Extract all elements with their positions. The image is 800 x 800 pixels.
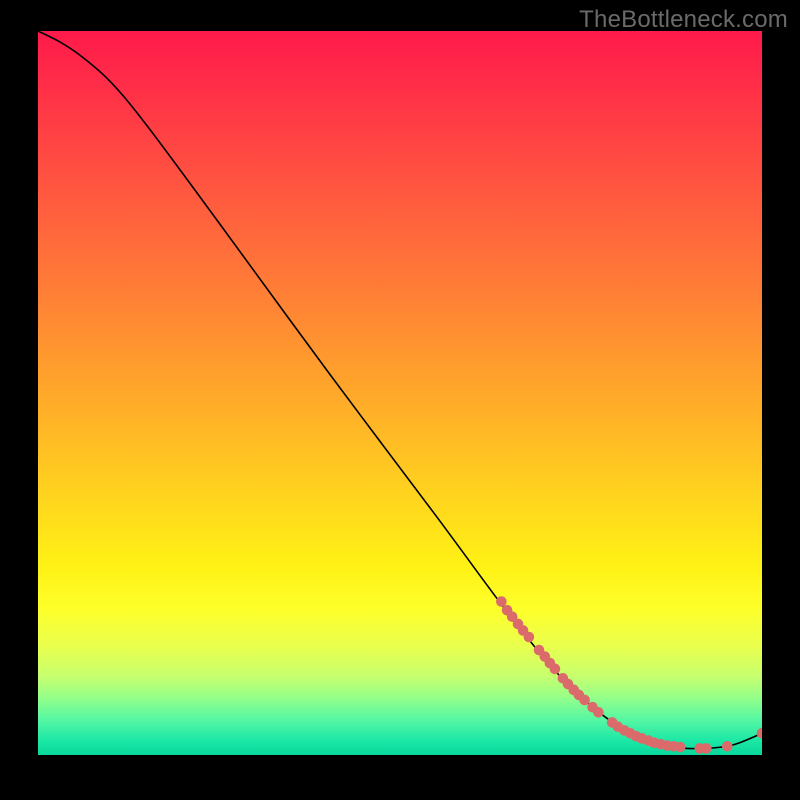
attribution-text: TheBottleneck.com <box>579 6 788 34</box>
highlight-dot <box>550 664 561 675</box>
chart-overlay-svg <box>38 31 762 755</box>
highlight-dot <box>757 728 762 739</box>
highlight-dot <box>496 596 507 607</box>
highlight-dots-group <box>496 596 762 754</box>
highlight-dot <box>722 741 733 752</box>
bottleneck-curve <box>38 31 762 749</box>
highlight-dot <box>701 743 712 754</box>
plot-area <box>38 31 762 755</box>
highlight-dot <box>593 707 604 718</box>
highlight-dot <box>675 742 686 753</box>
highlight-dot <box>579 695 590 706</box>
highlight-dot <box>524 632 535 643</box>
chart-stage: TheBottleneck.com <box>0 0 800 800</box>
